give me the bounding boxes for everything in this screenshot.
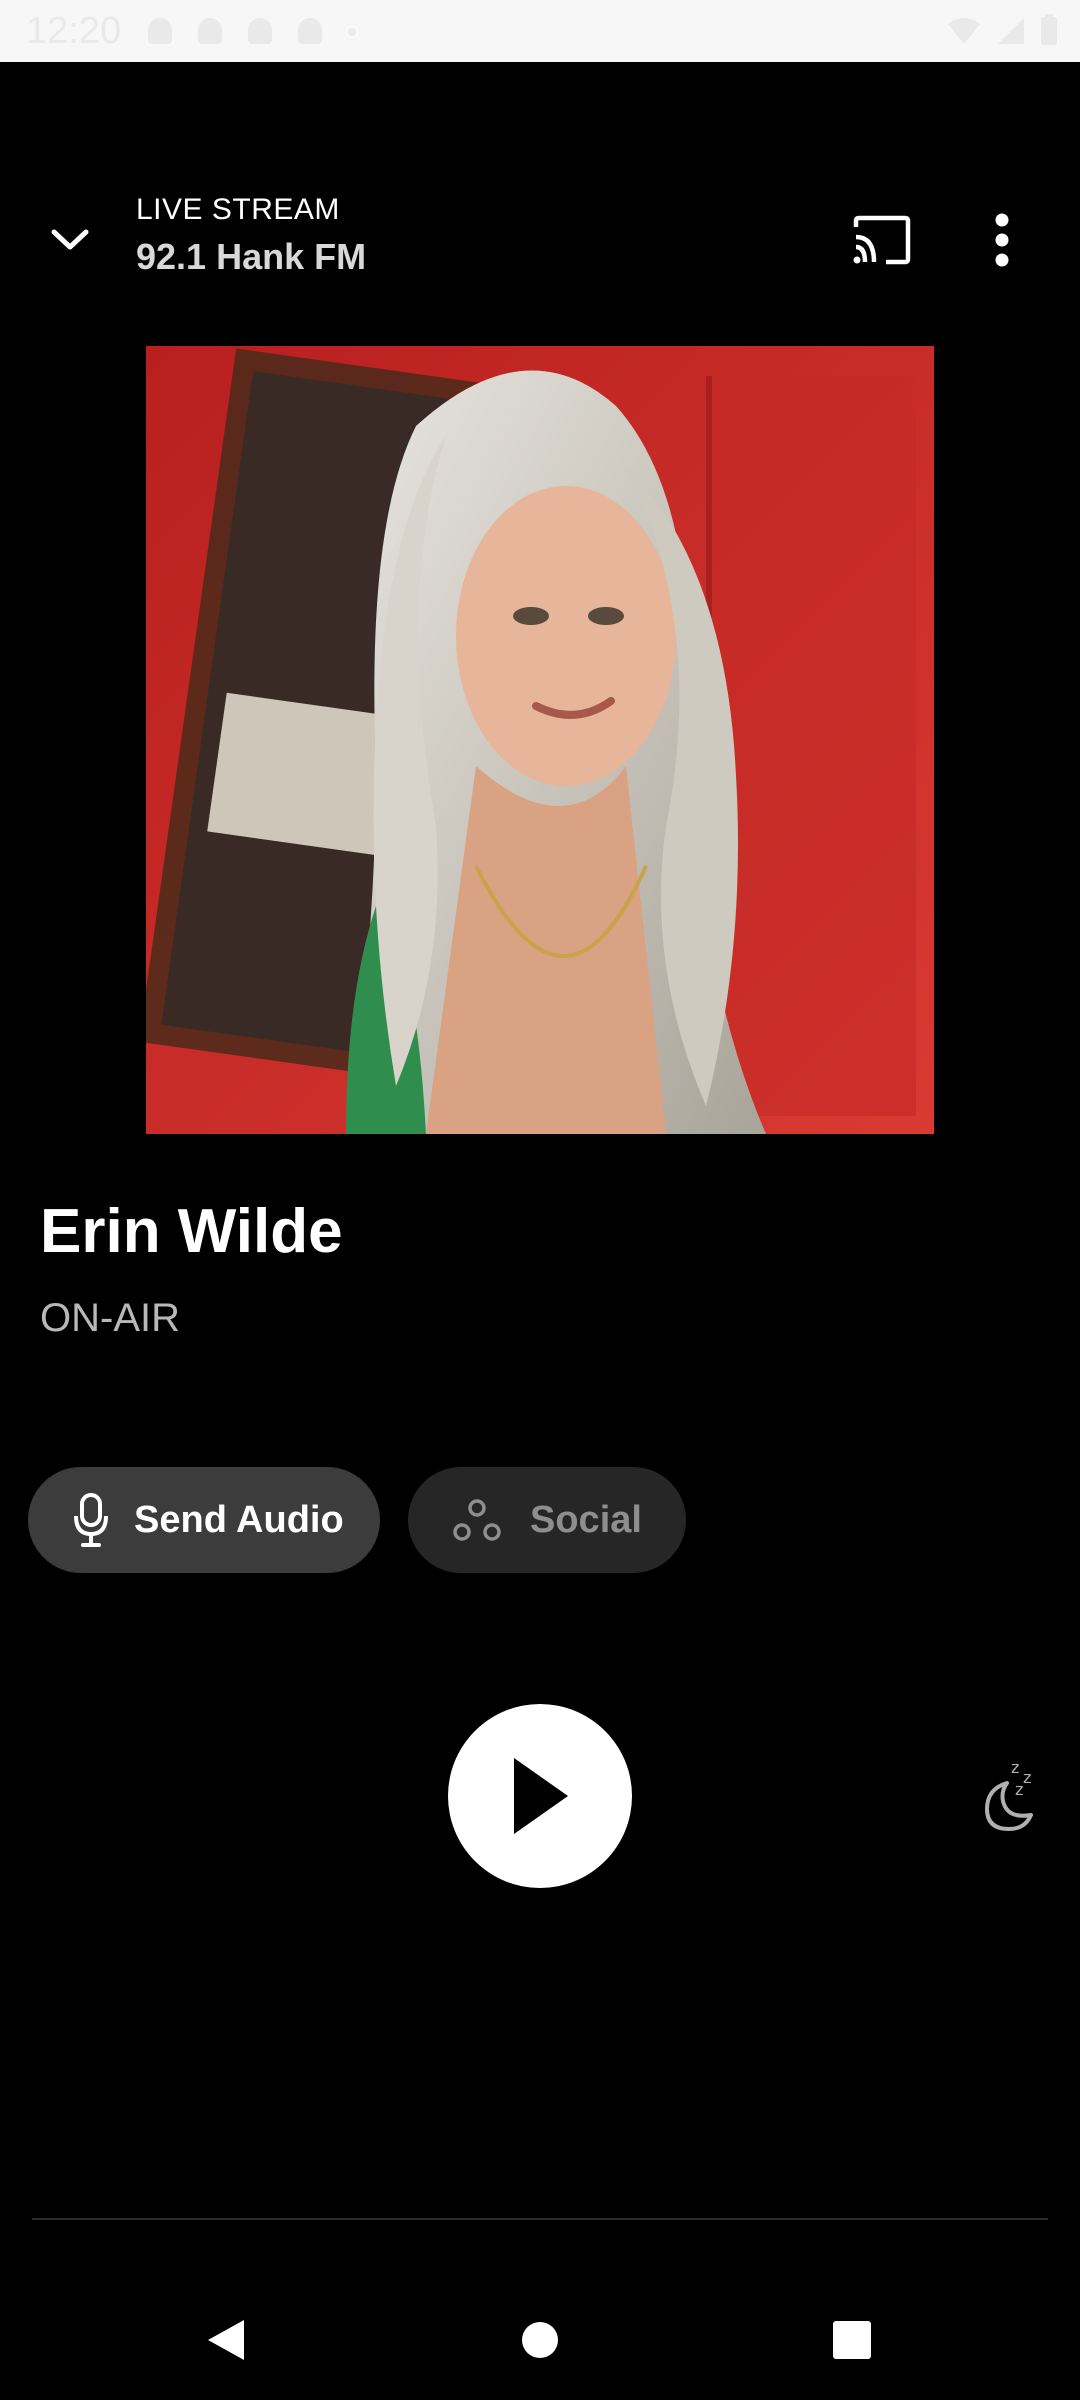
- divider: [32, 2218, 1048, 2220]
- status-bar: 12:20: [0, 0, 1080, 62]
- more-vertical-icon: [995, 213, 1009, 267]
- notification-icon: [198, 18, 222, 44]
- microphone-icon: [66, 1490, 116, 1550]
- status-time: 12:20: [26, 10, 122, 52]
- svg-text:z: z: [1011, 1758, 1019, 1777]
- back-triangle-icon: [208, 2320, 244, 2360]
- cast-button[interactable]: [842, 200, 922, 280]
- send-audio-button[interactable]: Send Audio: [28, 1467, 380, 1573]
- nav-back-button[interactable]: [196, 2310, 256, 2370]
- nav-recents-button[interactable]: [822, 2310, 882, 2370]
- nav-home-button[interactable]: [510, 2310, 570, 2370]
- wifi-icon: [948, 18, 980, 44]
- stream-header: LIVE STREAM 92.1 Hank FM: [136, 192, 366, 282]
- notification-icon: [298, 18, 322, 44]
- player-screen: 12:20 LIVE STREAM 92.1 Hank FM Erin Wild…: [0, 0, 1080, 2400]
- station-name: 92.1 Hank FM: [136, 236, 367, 277]
- play-icon: [514, 1758, 568, 1834]
- social-label: Social: [530, 1498, 642, 1541]
- social-icon: [450, 1493, 504, 1547]
- home-circle-icon: [522, 2322, 558, 2358]
- chevron-down-icon: [51, 229, 89, 250]
- collapse-button[interactable]: [30, 200, 110, 280]
- send-audio-label: Send Audio: [134, 1498, 344, 1541]
- notification-icon: [148, 18, 172, 44]
- more-options-button[interactable]: [962, 200, 1042, 280]
- system-icons: [946, 14, 1058, 46]
- sleep-timer-icon: z z z: [985, 1758, 1033, 1831]
- host-name: Erin Wilde: [40, 1197, 343, 1266]
- cast-icon: [853, 215, 911, 265]
- on-air-status: ON-AIR: [40, 1296, 180, 1340]
- host-artwork: [146, 346, 934, 1134]
- notification-icons: [148, 18, 356, 44]
- social-button[interactable]: Social: [408, 1467, 686, 1573]
- recents-square-icon: [833, 2321, 871, 2359]
- signal-icon: [998, 18, 1024, 44]
- svg-text:z: z: [1023, 1768, 1031, 1787]
- sleep-timer-button[interactable]: z z z: [970, 1748, 1050, 1838]
- host-photo: [146, 346, 934, 1134]
- stream-label: LIVE STREAM: [136, 193, 340, 226]
- notification-icon: [248, 18, 272, 44]
- battery-icon: [1041, 14, 1057, 45]
- svg-text:z: z: [1015, 1780, 1023, 1799]
- dot-icon: [348, 28, 356, 36]
- play-button[interactable]: [448, 1704, 632, 1888]
